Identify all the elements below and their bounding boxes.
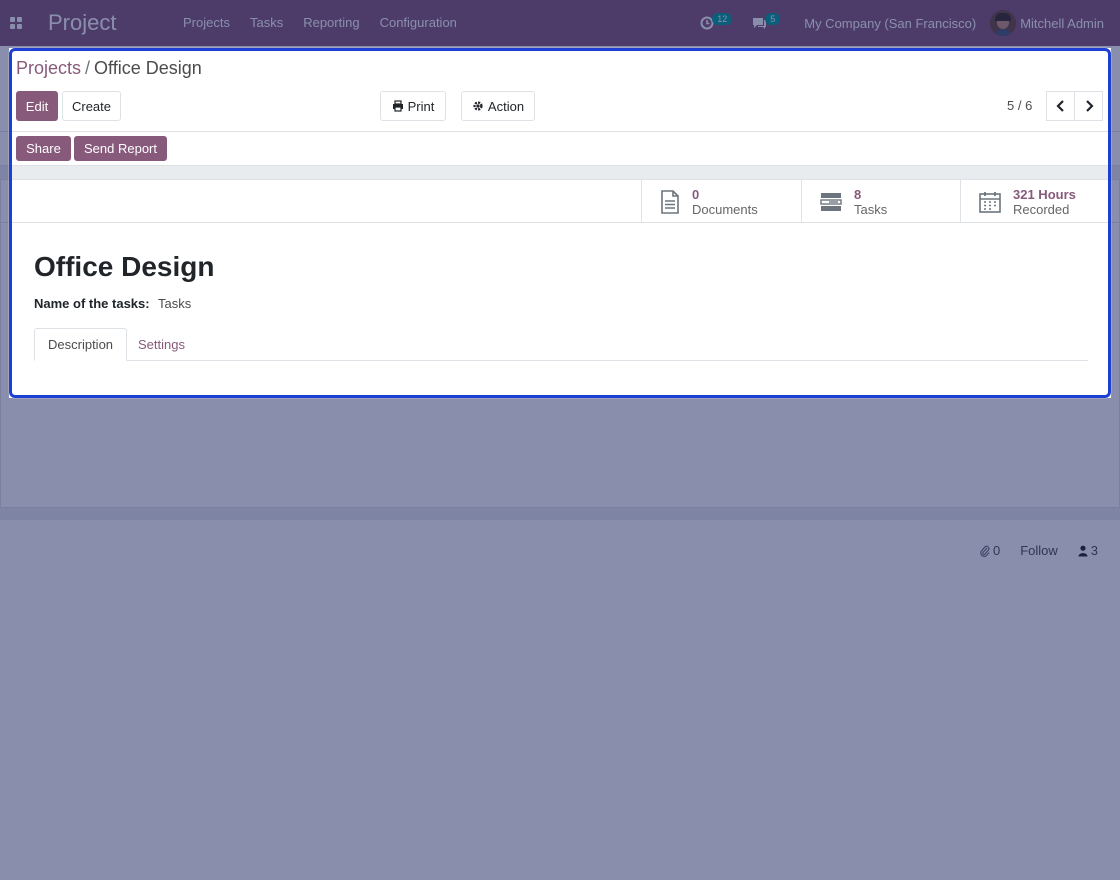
followers-count: 3 (1090, 543, 1098, 558)
paperclip-icon (980, 545, 990, 557)
user-menu[interactable]: Mitchell Admin (990, 10, 1120, 36)
menu-item-reporting[interactable]: Reporting (293, 0, 369, 46)
apps-menu-button[interactable] (0, 0, 32, 46)
grid-icon (10, 17, 22, 29)
activity-count-badge: 12 (712, 13, 733, 25)
user-icon (1078, 545, 1088, 556)
menu-item-projects[interactable]: Projects (173, 0, 240, 46)
chatter-separator (0, 508, 1120, 520)
chatter-topbar: 0 Follow 3 (960, 543, 1098, 558)
attachments-button[interactable]: 0 (980, 543, 1000, 558)
avatar (990, 10, 1017, 36)
highlight-frame (9, 48, 1111, 398)
followers-button[interactable]: 3 (1078, 543, 1098, 558)
company-switcher[interactable]: My Company (San Francisco) (790, 16, 990, 31)
message-count-badge: 5 (765, 13, 781, 25)
follow-button[interactable]: Follow (1020, 543, 1058, 558)
navbar-right: 12 5 My Company (San Francisco) Mitchell… (690, 0, 1120, 46)
menu-item-configuration[interactable]: Configuration (370, 0, 467, 46)
activity-button[interactable]: 12 (690, 0, 742, 46)
menu-item-tasks[interactable]: Tasks (240, 0, 293, 46)
top-navbar: Project Projects Tasks Reporting Configu… (0, 0, 1120, 46)
attachments-count: 0 (992, 543, 1001, 558)
chatter: 0 Follow 3 (0, 520, 1120, 604)
app-name[interactable]: Project (48, 10, 158, 36)
messages-button[interactable]: 5 (742, 0, 790, 46)
user-name: Mitchell Admin (1020, 15, 1104, 31)
main-menu: Projects Tasks Reporting Configuration (173, 0, 467, 46)
